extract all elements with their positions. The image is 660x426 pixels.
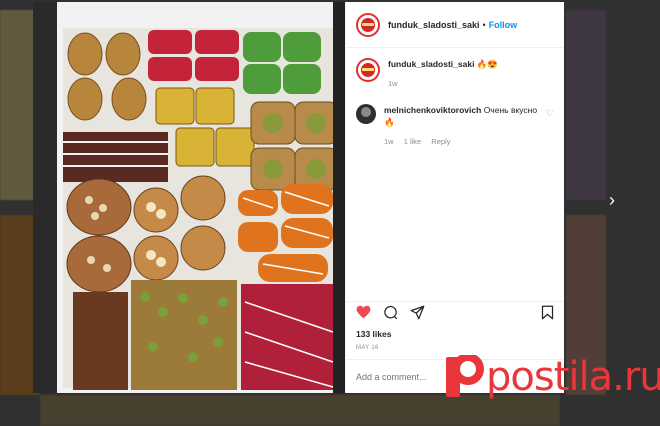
comment-item: melnichenkoviktorovich Очень вкусно 🔥 1w… [356, 104, 554, 148]
caption-text: 🔥😍 [476, 59, 498, 69]
share-icon[interactable] [410, 305, 425, 325]
post-header: funduk_sladosti_saki • Follow [346, 2, 564, 48]
avatar[interactable] [356, 58, 380, 82]
sweets-photo [33, 2, 345, 393]
comment-likes[interactable]: 1 like [404, 137, 422, 146]
comment-like-icon[interactable]: ♡ [546, 104, 554, 119]
watermark-text: postila.ru [486, 354, 660, 400]
separator-dot: • [482, 19, 486, 30]
follow-button[interactable]: Follow [489, 20, 518, 30]
avatar[interactable] [356, 12, 380, 37]
comments-list: funduk_sladosti_saki 🔥😍 1w melnichenkovi… [346, 48, 564, 301]
watermark: postila.ru [442, 354, 660, 400]
next-arrow-icon[interactable]: › [609, 190, 615, 211]
caption-age: 1w [388, 79, 398, 88]
post-photo[interactable] [33, 2, 345, 393]
bookmark-icon[interactable] [541, 305, 554, 325]
heart-icon[interactable] [356, 305, 371, 324]
caption-username[interactable]: funduk_sladosti_saki [388, 59, 474, 69]
avatar[interactable] [356, 104, 376, 124]
post-sidebar: funduk_sladosti_saki • Follow funduk_sla… [345, 2, 564, 393]
comment-username[interactable]: melnichenkoviktorovich [384, 105, 481, 115]
postila-logo-icon [446, 355, 484, 397]
likes-count[interactable]: 133 likes [346, 327, 564, 341]
username-link[interactable]: funduk_sladosti_saki [388, 20, 480, 30]
comment-icon[interactable] [383, 305, 398, 325]
comment-age: 1w [384, 137, 394, 146]
action-bar [346, 301, 564, 327]
reply-button[interactable]: Reply [431, 137, 450, 146]
caption: funduk_sladosti_saki 🔥😍 1w [356, 58, 554, 90]
post-modal: funduk_sladosti_saki • Follow funduk_sla… [33, 2, 564, 393]
